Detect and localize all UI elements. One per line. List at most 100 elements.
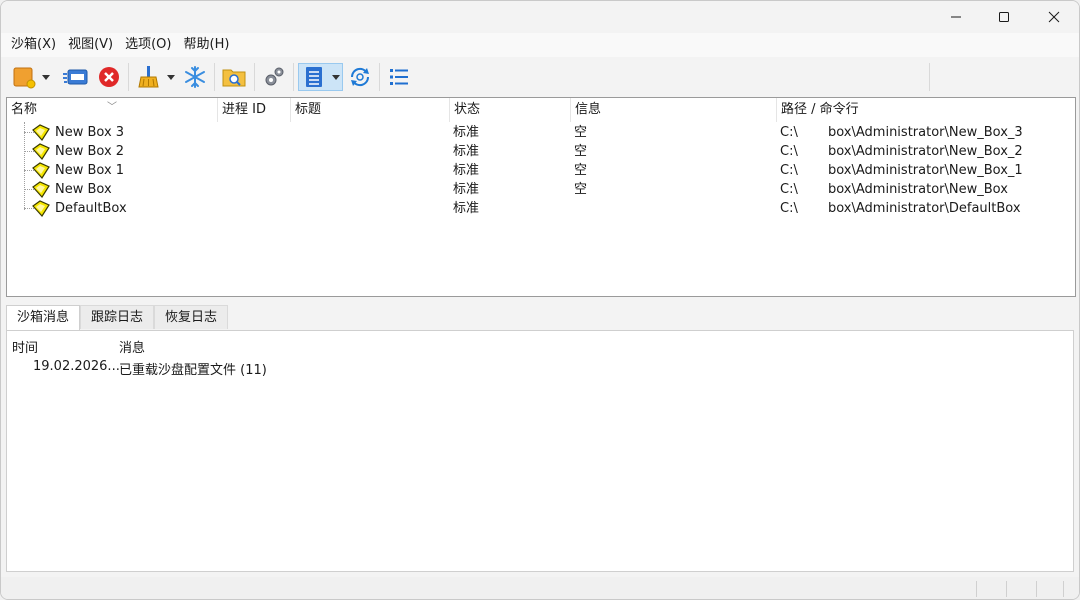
list-header: 名称 ﹀ 进程 ID 标题 状态 信息 路径 / 命令行 xyxy=(7,98,1075,122)
column-header-time[interactable]: 时间 xyxy=(12,337,38,356)
log-message: 已重载沙盘配置文件 (11) xyxy=(119,363,267,378)
run-program-icon xyxy=(63,69,88,85)
run-program-button[interactable] xyxy=(61,63,89,91)
sandbox-info: 空 xyxy=(574,144,588,159)
minimize-icon xyxy=(951,16,961,18)
sandbox-name: New Box 3 xyxy=(55,125,125,140)
sandbox-name: New Box xyxy=(55,182,112,197)
column-header-path[interactable]: 路径 / 命令行 xyxy=(777,98,1075,122)
sandbox-name: DefaultBox xyxy=(55,201,127,216)
column-header-label: 名称 xyxy=(11,102,38,117)
refresh-button[interactable] xyxy=(346,63,374,91)
sandbox-drive: C:\ xyxy=(780,201,798,216)
minimize-button[interactable] xyxy=(931,1,981,33)
sandbox-row[interactable]: New Box 1 标准 空 C:\ box\Administrator\New… xyxy=(7,161,1075,180)
panel-splitter[interactable] xyxy=(1,297,1079,305)
status-separator xyxy=(1063,581,1064,597)
column-header-pid[interactable]: 进程 ID xyxy=(218,98,291,122)
view-options-icon xyxy=(305,67,322,87)
sandbox-name: New Box 1 xyxy=(55,163,125,178)
maximize-icon xyxy=(999,12,1009,22)
toolbar xyxy=(1,57,1079,97)
column-header-status[interactable]: 状态 xyxy=(450,98,571,122)
log-time: 19.02.2026... xyxy=(33,359,120,374)
delete-contents-icon xyxy=(138,66,159,88)
toolbar-separator xyxy=(214,63,215,91)
sandbox-drive: C:\ xyxy=(780,125,798,140)
tab-recovery-log[interactable]: 恢复日志 xyxy=(154,305,229,329)
sandbox-row[interactable]: New Box 标准 空 C:\ box\Administrator\New_B… xyxy=(7,180,1075,199)
list-view-icon xyxy=(390,69,408,85)
tab-trace-log[interactable]: 跟踪日志 xyxy=(80,305,155,329)
log-tabs: 沙箱消息 跟踪日志 恢复日志 xyxy=(6,305,229,330)
sandbox-name: New Box 2 xyxy=(55,144,125,159)
column-header-title[interactable]: 标题 xyxy=(291,98,450,122)
toolbar-separator xyxy=(128,63,129,91)
sandbox-box-icon xyxy=(32,181,50,198)
sandbox-status: 标准 xyxy=(453,163,480,178)
menu-options[interactable]: 选项(O) xyxy=(119,34,177,56)
status-separator xyxy=(976,581,977,597)
terminate-all-icon xyxy=(99,67,119,87)
freeze-icon xyxy=(185,66,205,88)
menu-help[interactable]: 帮助(H) xyxy=(178,34,236,56)
sandbox-info: 空 xyxy=(574,125,588,140)
column-header-info[interactable]: 信息 xyxy=(571,98,777,122)
sandbox-path: box\Administrator\DefaultBox xyxy=(828,201,1021,216)
main-window: 沙箱(X) 视图(V) 选项(O) 帮助(H) 名称 ﹀ 进程 ID 标题 状态… xyxy=(0,0,1080,600)
sandbox-settings-button[interactable] xyxy=(260,63,288,91)
toolbar-separator xyxy=(379,63,380,91)
sandbox-drive: C:\ xyxy=(780,163,798,178)
sort-arrow-icon: ﹀ xyxy=(107,102,117,113)
sandbox-path: box\Administrator\New_Box xyxy=(828,182,1008,197)
sandbox-row[interactable]: New Box 3 标准 空 C:\ box\Administrator\New… xyxy=(7,123,1075,142)
column-header-name[interactable]: 名称 ﹀ xyxy=(7,98,218,122)
column-header-message[interactable]: 消息 xyxy=(119,337,145,356)
tab-sandbox-messages[interactable]: 沙箱消息 xyxy=(6,305,81,330)
new-sandbox-dropdown[interactable] xyxy=(41,63,51,91)
refresh-icon xyxy=(350,67,370,87)
new-sandbox-icon xyxy=(13,67,36,89)
sandbox-drive: C:\ xyxy=(780,182,798,197)
toolbar-separator xyxy=(254,63,255,91)
status-separator xyxy=(1006,581,1007,597)
freeze-button[interactable] xyxy=(181,63,209,91)
sandbox-path: box\Administrator\New_Box_3 xyxy=(828,125,1023,140)
explore-contents-icon xyxy=(222,69,246,87)
sandbox-status: 标准 xyxy=(453,182,480,197)
sandbox-path: box\Administrator\New_Box_2 xyxy=(828,144,1023,159)
sandbox-path: box\Administrator\New_Box_1 xyxy=(828,163,1023,178)
sandbox-box-icon xyxy=(32,200,50,217)
delete-contents-dropdown[interactable] xyxy=(166,63,176,91)
status-bar xyxy=(1,577,1079,599)
title-bar xyxy=(1,1,1079,33)
close-window-button[interactable] xyxy=(1029,1,1079,33)
sandbox-list: 名称 ﹀ 进程 ID 标题 状态 信息 路径 / 命令行 New Box 3 标… xyxy=(6,97,1076,297)
sandbox-info: 空 xyxy=(574,182,588,197)
sandbox-status: 标准 xyxy=(453,125,480,140)
maximize-button[interactable] xyxy=(979,1,1029,33)
explore-contents-button[interactable] xyxy=(220,63,248,91)
sandbox-box-icon xyxy=(32,162,50,179)
new-sandbox-button[interactable] xyxy=(10,63,38,91)
delete-contents-button[interactable] xyxy=(134,63,162,91)
list-view-button[interactable] xyxy=(385,63,413,91)
sandbox-box-icon xyxy=(32,124,50,141)
toolbar-separator xyxy=(293,63,294,91)
menu-view[interactable]: 视图(V) xyxy=(62,34,119,56)
menu-bar: 沙箱(X) 视图(V) 选项(O) 帮助(H) xyxy=(1,33,1079,57)
status-separator xyxy=(1036,581,1037,597)
sandbox-info: 空 xyxy=(574,163,588,178)
toolbar-separator xyxy=(929,63,930,91)
view-options-dropdown[interactable] xyxy=(331,63,341,91)
sandbox-row[interactable]: New Box 2 标准 空 C:\ box\Administrator\New… xyxy=(7,142,1075,161)
sandbox-box-icon xyxy=(32,143,50,160)
terminate-all-button[interactable] xyxy=(95,63,123,91)
sandbox-status: 标准 xyxy=(453,144,480,159)
sandbox-settings-icon xyxy=(265,67,284,86)
sandbox-row[interactable]: DefaultBox 标准 C:\ box\Administrator\Defa… xyxy=(7,199,1075,218)
close-icon xyxy=(1048,11,1060,23)
sandbox-drive: C:\ xyxy=(780,144,798,159)
message-log: 时间 消息 19.02.2026... 已重载沙盘配置文件 (11) xyxy=(6,330,1074,572)
menu-sandbox[interactable]: 沙箱(X) xyxy=(5,34,62,56)
